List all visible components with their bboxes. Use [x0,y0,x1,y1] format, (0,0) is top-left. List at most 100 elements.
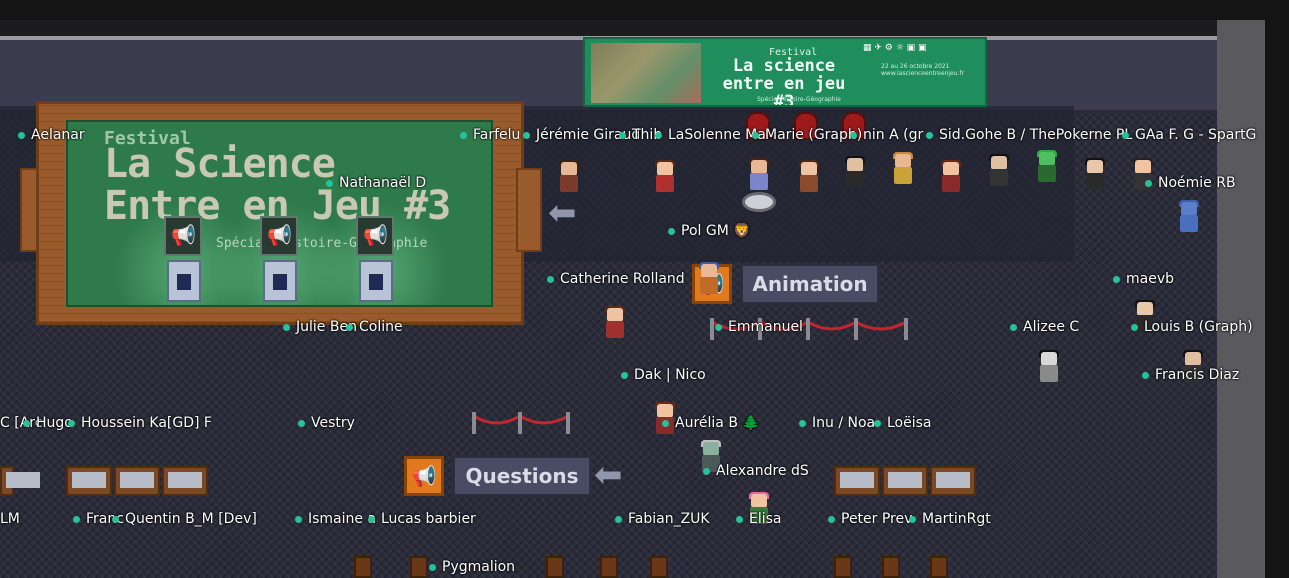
questions-megaphone-icon[interactable]: 📢 [404,456,444,496]
banner-info: 22 au 26 octobre 2021 www.lascienceentre… [881,63,981,77]
player-nametag[interactable]: Francis Diaz [1142,367,1239,383]
player-avatar[interactable] [796,160,822,196]
online-status-dot [828,515,835,523]
online-status-dot [368,515,375,523]
online-status-dot [655,131,662,139]
online-status-dot [1010,323,1017,331]
online-status-dot [621,371,628,379]
chair [354,556,372,578]
player-nametag[interactable]: maevb [1113,271,1174,287]
player-nametag[interactable]: Pygmalion [429,559,515,575]
player-avatar[interactable] [1034,150,1060,186]
online-status-dot [295,515,302,523]
animation-sign[interactable]: Animation [740,263,880,305]
player-nametag[interactable]: Sid.Gohe B / ThePokerne PL [926,127,1132,143]
player-avatar[interactable] [1036,350,1062,386]
online-status-dot [298,419,305,427]
online-status-dot [1142,371,1149,379]
questions-sign[interactable]: Questions [452,455,592,497]
online-status-dot [874,419,881,427]
player-nametag[interactable]: LM [0,511,20,527]
online-status-dot [1122,131,1129,139]
player-nametag[interactable]: Coline [346,319,403,335]
player-avatar[interactable] [652,160,678,196]
chair [930,556,948,578]
stage-podium [359,260,393,302]
online-status-dot [799,419,806,427]
player-avatar[interactable] [602,306,628,342]
player-nametag[interactable]: Vestry [298,415,355,431]
chair [834,556,852,578]
stage-speaker[interactable]: 📢 [356,216,394,256]
player-nametag[interactable]: Aurélia B 🌲 [662,415,760,431]
player-nametag[interactable]: Quentin B_M [Dev] [112,511,257,527]
megaphone-icon: 📢 [267,223,292,247]
banner-url: www.lascienceentreenjeu.fr [881,70,965,77]
stage-podium [167,260,201,302]
online-status-dot [662,419,669,427]
player-nametag[interactable]: Louis B (Graph) [1131,319,1253,335]
player-nametag[interactable]: Elisa [736,511,782,527]
player-nametag[interactable]: Dak | Nico [621,367,706,383]
player-nametag[interactable]: LaSolenne Ma [655,127,766,143]
player-nametag[interactable]: Peter Prev [828,511,912,527]
online-status-dot [715,323,722,331]
player-nametag[interactable]: Emmanuel [715,319,803,335]
online-status-dot [668,227,675,235]
player-nametag[interactable]: Nathanaël D [326,175,426,191]
chair [410,556,428,578]
chair [546,556,564,578]
desk [0,466,40,496]
player-avatar[interactable] [938,160,964,196]
desk [162,466,208,496]
player-nametag[interactable]: GAa F. G - SpartG [1122,127,1256,143]
player-nametag[interactable]: Ismaine a [295,511,376,527]
player-avatar[interactable] [746,158,772,194]
player-nametag[interactable]: Pol GM 🦁 [668,223,751,239]
player-nametag[interactable]: Houssein Ka[GD] F [68,415,212,431]
desk [882,466,928,496]
desk [114,466,160,496]
stage-speaker[interactable]: 📢 [260,216,298,256]
player-nametag[interactable]: Farfelu [460,127,520,143]
player-avatar[interactable] [842,156,868,192]
chair [650,556,668,578]
player-avatar[interactable] [1176,200,1202,236]
online-status-dot [850,131,857,139]
player-nametag[interactable]: Marie (Graph) [752,127,862,143]
online-status-dot [909,515,916,523]
player-nametag[interactable]: Fabian_ZUK [615,511,710,527]
player-nametag[interactable]: Catherine Rolland [547,271,685,287]
player-nametag[interactable]: Loëisa [874,415,932,431]
player-avatar[interactable] [890,152,916,188]
online-status-dot [619,131,626,139]
online-status-dot [283,323,290,331]
player-nametag[interactable]: Alizee C [1010,319,1079,335]
stage-stairs-right [516,168,542,252]
player-nametag[interactable]: nin A (gr [850,127,923,143]
player-avatar[interactable] [1082,158,1108,194]
online-status-dot [1145,179,1152,187]
player-avatar[interactable] [696,262,722,298]
player-nametag[interactable]: Noémie RB [1145,175,1236,191]
player-avatar[interactable] [986,154,1012,190]
online-status-dot [346,323,353,331]
online-status-dot [1131,323,1138,331]
player-nametag[interactable]: Hugo [23,415,73,431]
online-status-dot [703,467,710,475]
festival-banner: Festival La science entre en jeu #3 Spéc… [583,37,987,107]
player-nametag[interactable]: MartinRgt [909,511,991,527]
player-avatar[interactable] [556,160,582,196]
player-nametag[interactable]: Lucas barbier [368,511,476,527]
stage-speaker[interactable]: 📢 [164,216,202,256]
banner-dates: 22 au 26 octobre 2021 [881,63,950,70]
player-nametag[interactable]: Aelanar [18,127,85,143]
desk [930,466,976,496]
megaphone-icon: 📢 [363,223,388,247]
arrow-left-icon: ⬅ [594,455,623,495]
player-nametag[interactable]: Alexandre dS [703,463,809,479]
stage-podium [263,260,297,302]
map-illustration [591,43,701,103]
online-status-dot [73,515,80,523]
player-nametag[interactable]: Inu / Noa [799,415,875,431]
